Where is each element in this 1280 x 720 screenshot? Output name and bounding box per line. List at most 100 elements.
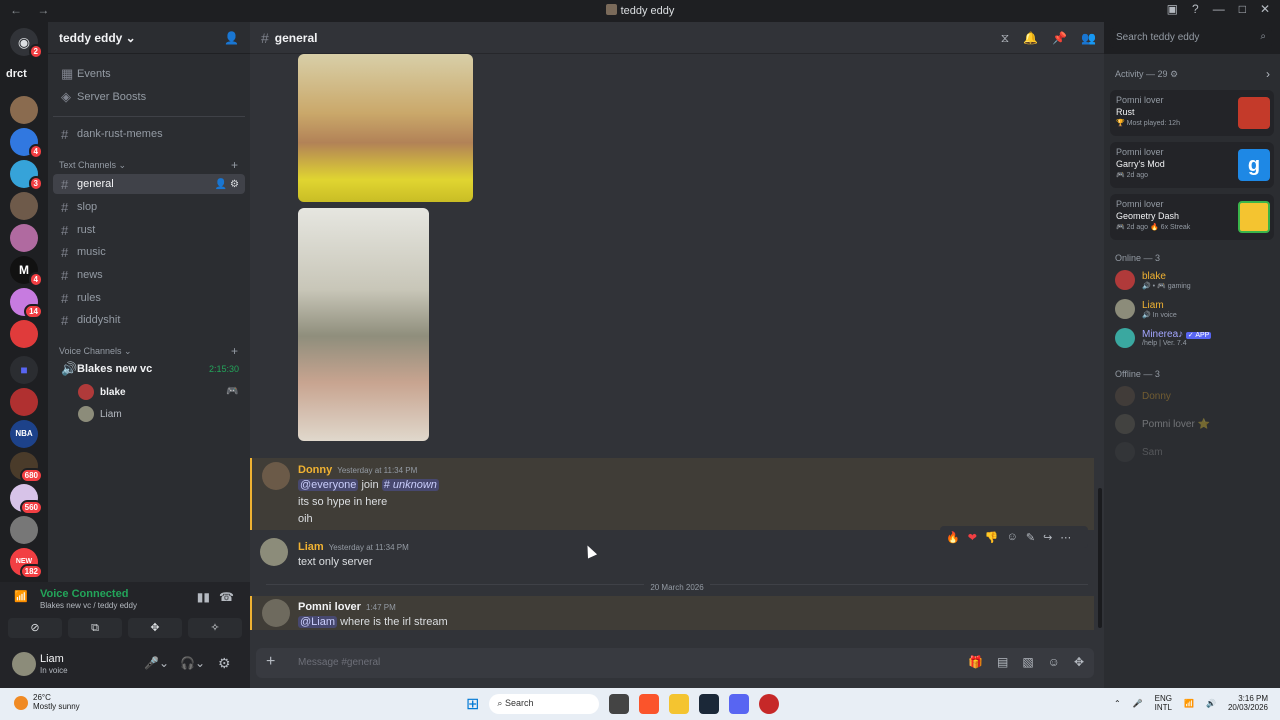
activity-card[interactable]: Pomni lover Rust 🏆 Most played: 12h: [1110, 90, 1274, 136]
weather-widget[interactable]: 26°C Mostly sunny: [33, 693, 80, 711]
pin-icon[interactable]: 📌: [1052, 31, 1067, 46]
avatar[interactable]: [262, 462, 290, 490]
gif-icon[interactable]: ▤: [997, 655, 1008, 669]
bell-icon[interactable]: 🔔: [1023, 31, 1038, 46]
add-reaction-icon[interactable]: ☺: [1007, 531, 1018, 543]
server-11[interactable]: 560: [10, 484, 43, 515]
voice-user-blake[interactable]: blake: [78, 384, 126, 400]
channel-music[interactable]: # music: [53, 242, 245, 262]
server-3[interactable]: 3: [10, 160, 43, 191]
channel-dank-rust-memes[interactable]: # dank-rust-memes: [53, 124, 245, 144]
maximize-button[interactable]: □: [1239, 2, 1246, 16]
settings-icon[interactable]: 👤 ⚙: [215, 179, 239, 190]
fire-reaction-icon[interactable]: 🔥: [946, 531, 960, 544]
more-icon[interactable]: ⋯: [1060, 531, 1071, 544]
emoji-icon[interactable]: ☺: [1048, 655, 1060, 669]
signal-icon[interactable]: 📶: [14, 590, 28, 603]
author-name[interactable]: Donny: [298, 464, 332, 476]
member-liam[interactable]: Liam 🔊 In voice: [1115, 299, 1177, 319]
add-channel-icon[interactable]: +: [231, 158, 238, 172]
server-6[interactable]: M4: [10, 256, 43, 287]
chevron-up-icon[interactable]: ⌃: [1114, 699, 1121, 708]
voice-user-liam[interactable]: Liam: [78, 406, 122, 422]
server-4[interactable]: [10, 192, 38, 220]
events-item[interactable]: ▦ Events: [53, 64, 245, 84]
voice-category[interactable]: Voice Channels ⌄ +: [59, 344, 238, 358]
sticker-icon[interactable]: ▧: [1022, 655, 1033, 669]
soundboard-icon[interactable]: ▮▮: [197, 590, 210, 604]
heart-reaction-icon[interactable]: ❤: [968, 531, 977, 544]
gear-icon[interactable]: ⚙: [218, 655, 231, 672]
guild-header[interactable]: teddy eddy ⌄ 👤: [48, 22, 250, 54]
server-drct[interactable]: drct: [6, 68, 27, 80]
minimize-button[interactable]: —: [1213, 2, 1225, 16]
server-1[interactable]: [10, 96, 38, 124]
user-avatar[interactable]: [12, 652, 36, 676]
wifi-icon[interactable]: 📶: [1184, 699, 1194, 708]
text-category[interactable]: Text Channels ⌄ +: [59, 158, 238, 172]
help-icon[interactable]: ?: [1192, 2, 1199, 16]
server-12[interactable]: [10, 516, 38, 544]
channel-rust[interactable]: # rust: [53, 220, 245, 240]
server-7[interactable]: 14: [10, 288, 43, 319]
search-input[interactable]: Search teddy eddy ⌕: [1110, 28, 1272, 48]
inbox-icon[interactable]: ▣: [1167, 2, 1178, 16]
close-button[interactable]: ✕: [1260, 2, 1270, 16]
server-10[interactable]: 680: [10, 452, 43, 483]
boosts-item[interactable]: ◈ Server Boosts: [53, 87, 245, 107]
author-name[interactable]: Pomni lover: [298, 601, 361, 613]
add-channel-icon[interactable]: +: [231, 344, 238, 358]
scrollbar[interactable]: [1098, 488, 1102, 628]
threads-icon[interactable]: ⧖: [1001, 31, 1009, 46]
mention-everyone[interactable]: @everyone: [298, 479, 359, 491]
disconnect-icon[interactable]: ☎: [219, 590, 234, 604]
message-composer[interactable]: + Message #general 🎁 ▤ ▧ ☺ ✥: [256, 648, 1094, 678]
members-icon[interactable]: 👥: [1081, 31, 1096, 46]
app-icon[interactable]: [759, 694, 780, 714]
steam-icon[interactable]: [699, 694, 720, 714]
taskview-icon[interactable]: [609, 694, 630, 714]
channel-general[interactable]: # general 👤 ⚙: [53, 174, 245, 194]
channel-diddyshit[interactable]: # diddyshit: [53, 310, 245, 330]
activity-card[interactable]: Pomni lover Geometry Dash 🎮 2d ago 🔥 6x …: [1110, 194, 1274, 240]
folder-icon[interactable]: [669, 694, 690, 714]
channel-rules[interactable]: # rules: [53, 288, 245, 308]
server-13[interactable]: NEW 182: [10, 548, 43, 579]
forward-icon[interactable]: ↪: [1043, 531, 1052, 544]
screenshare-button[interactable]: ⧉: [68, 618, 122, 638]
folder[interactable]: ■: [10, 356, 38, 384]
channel-slop[interactable]: # slop: [53, 197, 245, 217]
thumbsdown-reaction-icon[interactable]: 👎: [985, 531, 999, 544]
apps-icon[interactable]: ✥: [1074, 655, 1084, 669]
activity-card[interactable]: Pomni lover Garry's Mod 🎮 2d ago g: [1110, 142, 1274, 188]
start-icon[interactable]: ⊞: [466, 694, 479, 714]
server-nba[interactable]: NBA: [10, 420, 38, 448]
clock[interactable]: 3:16 PM 20/03/2026: [1228, 694, 1268, 712]
taskbar-search[interactable]: ⌕ Search: [489, 694, 600, 714]
member-minerea[interactable]: Minerea♪ ✓ APP/help | Ver. 7.4: [1115, 328, 1212, 348]
member-blake[interactable]: blake 🔊 • 🎮 gaming: [1115, 270, 1191, 290]
camera-off-button[interactable]: ⊘: [8, 618, 62, 638]
mic-tray-icon[interactable]: 🎤: [1133, 699, 1143, 708]
discord-taskbar-icon[interactable]: [729, 694, 750, 714]
server-5[interactable]: [10, 224, 38, 252]
attach-icon[interactable]: +: [266, 653, 275, 671]
invite-icon[interactable]: 👤: [224, 31, 239, 45]
server-2[interactable]: 4: [10, 128, 43, 159]
language-indicator[interactable]: ENG INTL: [1155, 694, 1172, 712]
member-sam[interactable]: Sam: [1115, 442, 1163, 462]
channel-link[interactable]: # unknown: [381, 479, 439, 491]
server-9[interactable]: [10, 388, 38, 416]
voice-channel[interactable]: 🔊 Blakes new vc 2:15:30: [53, 359, 245, 379]
member-donny[interactable]: Donny: [1115, 386, 1171, 406]
mic-icon[interactable]: 🎤⌄: [144, 656, 169, 670]
avatar[interactable]: [260, 538, 288, 566]
brave-icon[interactable]: [639, 694, 660, 714]
soundboard-button[interactable]: ✧: [188, 618, 242, 638]
chevron-right-icon[interactable]: ›: [1266, 67, 1270, 81]
image-attachment-1[interactable]: [298, 54, 473, 202]
headphones-icon[interactable]: 🎧⌄: [180, 656, 205, 670]
author-name[interactable]: Liam: [298, 541, 324, 553]
volume-icon[interactable]: 🔊: [1206, 699, 1216, 708]
mention-user[interactable]: @Liam: [298, 616, 338, 628]
